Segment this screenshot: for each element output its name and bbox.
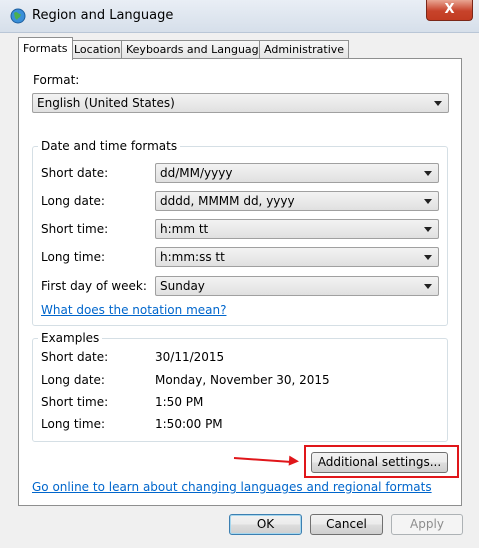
tab-keyboards-and-languages[interactable]: Keyboards and Languages <box>121 40 277 59</box>
short-date-label: Short date: <box>41 166 109 180</box>
examples-group-title: Examples <box>38 331 103 345</box>
tab-location[interactable]: Location <box>69 40 126 59</box>
window-title: Region and Language <box>32 8 174 23</box>
long-time-label: Long time: <box>41 250 106 264</box>
chevron-down-icon <box>424 227 432 232</box>
date-time-group-title: Date and time formats <box>38 139 181 153</box>
long-date-value: dddd, MMMM dd, yyyy <box>160 194 295 208</box>
short-date-select[interactable]: dd/MM/yyyy <box>155 163 439 183</box>
close-button[interactable]: X <box>426 0 473 21</box>
notation-help-link[interactable]: What does the notation mean? <box>41 303 226 317</box>
globe-icon <box>10 8 26 24</box>
close-icon: X <box>444 2 455 17</box>
ok-button[interactable]: OK <box>229 514 302 535</box>
short-time-value: h:mm tt <box>160 222 209 236</box>
long-date-select[interactable]: dddd, MMMM dd, yyyy <box>155 191 439 211</box>
chevron-down-icon <box>424 199 432 204</box>
format-label: Format: <box>33 73 80 87</box>
chevron-down-icon <box>424 171 432 176</box>
example-short-time-label: Short time: <box>41 395 109 409</box>
first-day-of-week-label: First day of week: <box>41 279 147 293</box>
tab-formats[interactable]: Formats <box>18 37 73 60</box>
tab-administrative[interactable]: Administrative <box>259 40 350 59</box>
annotation-arrow-head-icon <box>288 455 300 467</box>
short-date-value: dd/MM/yyyy <box>160 166 233 180</box>
online-help-link[interactable]: Go online to learn about changing langua… <box>32 480 432 494</box>
first-day-of-week-value: Sunday <box>160 279 205 293</box>
long-date-label: Long date: <box>41 194 105 208</box>
example-long-date-label: Long date: <box>41 373 105 387</box>
additional-settings-button[interactable]: Additional settings... <box>311 452 448 473</box>
short-time-select[interactable]: h:mm tt <box>155 219 439 239</box>
long-time-value: h:mm:ss tt <box>160 250 225 264</box>
example-long-date-value: Monday, November 30, 2015 <box>155 373 330 387</box>
example-short-time-value: 1:50 PM <box>155 395 204 409</box>
example-short-date-value: 30/11/2015 <box>155 350 225 364</box>
long-time-select[interactable]: h:mm:ss tt <box>155 247 439 267</box>
chevron-down-icon <box>424 284 432 289</box>
format-value: English (United States) <box>37 96 175 110</box>
title-bar: Region and Language X <box>0 0 479 33</box>
example-long-time-label: Long time: <box>41 417 106 431</box>
apply-button[interactable]: Apply <box>391 514 463 535</box>
format-select[interactable]: English (United States) <box>32 93 449 113</box>
first-day-of-week-select[interactable]: Sunday <box>155 276 439 296</box>
short-time-label: Short time: <box>41 222 109 236</box>
example-short-date-label: Short date: <box>41 350 109 364</box>
chevron-down-icon <box>424 255 432 260</box>
chevron-down-icon <box>434 101 442 106</box>
cancel-button[interactable]: Cancel <box>310 514 383 535</box>
example-long-time-value: 1:50:00 PM <box>155 417 223 431</box>
